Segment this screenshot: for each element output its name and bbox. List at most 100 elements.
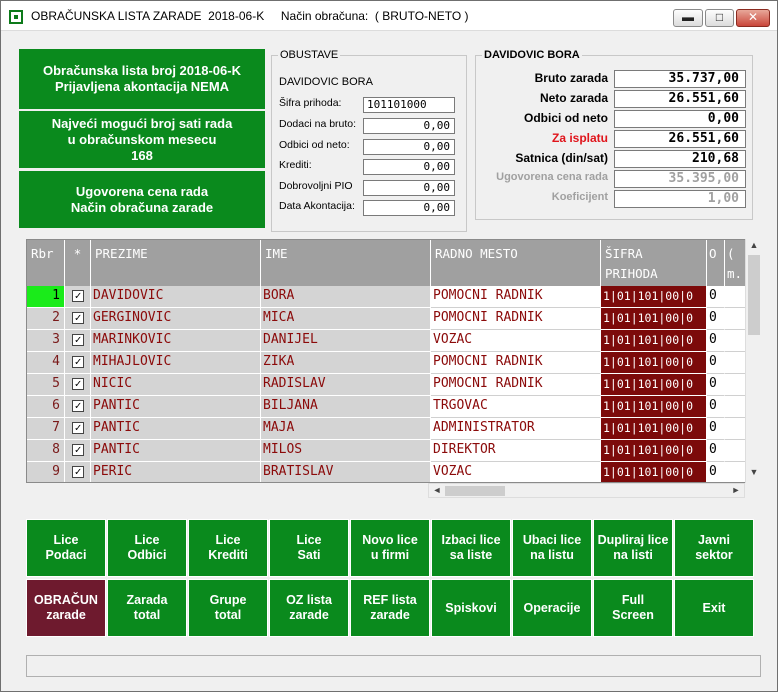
row-checkbox[interactable]: ✓ [72,466,84,478]
row-number[interactable]: 4 [27,352,65,374]
action-button-row1-3[interactable]: Lice Sati [269,519,349,577]
table-row[interactable]: 1 ✓ DAVIDOVIC BORA POMOCNI RADNIK 1|01|101|00… [27,286,759,308]
table-row[interactable]: 8 ✓ PANTIC MILOS DIREKTOR 1|01|101|00|0 0 [27,440,759,462]
row-checkbox-cell[interactable]: ✓ [65,308,91,330]
row-radno-mesto[interactable]: POMOCNI RADNIK [431,286,601,308]
row-radno-mesto[interactable]: ADMINISTRATOR [431,418,601,440]
row-radno-mesto[interactable]: TRGOVAC [431,396,601,418]
minimize-button[interactable]: ▬ [673,9,703,27]
table-row[interactable]: 6 ✓ PANTIC BILJANA TRGOVAC 1|01|101|00|0 0 [27,396,759,418]
row-o[interactable]: 0 [707,418,725,440]
row-prezime[interactable]: MARINKOVIC [91,330,261,352]
row-checkbox[interactable]: ✓ [72,356,84,368]
row-prezime[interactable]: NICIC [91,374,261,396]
row-checkbox-cell[interactable]: ✓ [65,440,91,462]
row-prezime[interactable]: DAVIDOVIC [91,286,261,308]
row-sifra-prihoda[interactable]: 1|01|101|00|0 [601,330,707,352]
row-o[interactable]: 0 [707,374,725,396]
action-button-row1-7[interactable]: Dupliraj lice na listi [593,519,673,577]
table-row[interactable]: 7 ✓ PANTIC MAJA ADMINISTRATOR 1|01|101|00|0 0 [27,418,759,440]
row-number[interactable]: 7 [27,418,65,440]
table-row[interactable]: 3 ✓ MARINKOVIC DANIJEL VOZAC 1|01|101|00|0 0 [27,330,759,352]
row-checkbox-cell[interactable]: ✓ [65,330,91,352]
row-ime[interactable]: MAJA [261,418,431,440]
row-ime[interactable]: BRATISLAV [261,462,431,482]
row-o[interactable]: 0 [707,352,725,374]
row-checkbox-cell[interactable]: ✓ [65,352,91,374]
row-sifra-prihoda[interactable]: 1|01|101|00|0 [601,286,707,308]
header-o[interactable]: O [707,240,725,286]
row-number[interactable]: 5 [27,374,65,396]
table-row[interactable]: 2 ✓ GERGINOVIC MICA POMOCNI RADNIK 1|01|101|0… [27,308,759,330]
action-button-row1-2[interactable]: Lice Krediti [188,519,268,577]
row-ime[interactable]: DANIJEL [261,330,431,352]
krediti-field[interactable]: 0,00 [363,159,455,175]
header-rbr[interactable]: Rbr [27,240,65,286]
row-prezime[interactable]: GERGINOVIC [91,308,261,330]
row-checkbox[interactable]: ✓ [72,312,84,324]
action-button-row2-1[interactable]: Zarada total [107,579,187,637]
row-radno-mesto[interactable]: VOZAC [431,330,601,352]
employee-grid[interactable]: Rbr * PREZIME IME RADNO MESTO ŠIFRA PRIH… [26,239,761,483]
row-checkbox[interactable]: ✓ [72,444,84,456]
row-checkbox-cell[interactable]: ✓ [65,462,91,482]
grid-horizontal-scrollbar[interactable]: ◄ ► [428,483,745,498]
pio-field[interactable]: 0,00 [363,180,455,196]
row-checkbox-cell[interactable]: ✓ [65,396,91,418]
action-button-row2-6[interactable]: Operacije [512,579,592,637]
row-radno-mesto[interactable]: POMOCNI RADNIK [431,352,601,374]
scroll-right-icon[interactable]: ► [728,485,744,495]
row-number[interactable]: 6 [27,396,65,418]
action-button-row2-2[interactable]: Grupe total [188,579,268,637]
row-o[interactable]: 0 [707,462,725,482]
row-ime[interactable]: ZIKA [261,352,431,374]
horizontal-scroll-thumb[interactable] [445,486,505,496]
action-button-row1-1[interactable]: Lice Odbici [107,519,187,577]
action-button-row2-3[interactable]: OZ lista zarade [269,579,349,637]
action-button-row1-5[interactable]: Izbaci lice sa liste [431,519,511,577]
sifra-prihoda-field[interactable]: 101101000 [363,97,455,113]
action-button-row2-4[interactable]: REF lista zarade [350,579,430,637]
row-sifra-prihoda[interactable]: 1|01|101|00|0 [601,462,707,482]
row-sifra-prihoda[interactable]: 1|01|101|00|0 [601,352,707,374]
row-o[interactable]: 0 [707,440,725,462]
scroll-down-icon[interactable]: ▼ [746,467,762,477]
table-row[interactable]: 4 ✓ MIHAJLOVIC ZIKA POMOCNI RADNIK 1|01|101|0… [27,352,759,374]
odbici-field[interactable]: 0,00 [363,139,455,155]
action-button-row1-0[interactable]: Lice Podaci [26,519,106,577]
header-prezime[interactable]: PREZIME [91,240,261,286]
vertical-scroll-thumb[interactable] [748,255,760,335]
title-bar[interactable]: OBRAČUNSKA LISTA ZARADE 2018-06-K Način … [1,1,777,31]
row-ime[interactable]: BILJANA [261,396,431,418]
row-number[interactable]: 3 [27,330,65,352]
row-prezime[interactable]: MIHAJLOVIC [91,352,261,374]
row-ime[interactable]: MICA [261,308,431,330]
row-sifra-prihoda[interactable]: 1|01|101|00|0 [601,374,707,396]
row-number[interactable]: 1 [27,286,65,308]
row-prezime[interactable]: PANTIC [91,396,261,418]
row-sifra-prihoda[interactable]: 1|01|101|00|0 [601,440,707,462]
row-prezime[interactable]: PANTIC [91,440,261,462]
row-sifra-prihoda[interactable]: 1|01|101|00|0 [601,418,707,440]
row-checkbox[interactable]: ✓ [72,290,84,302]
akontacija-field[interactable]: 0,00 [363,200,455,216]
row-sifra-prihoda[interactable]: 1|01|101|00|0 [601,308,707,330]
row-ime[interactable]: RADISLAV [261,374,431,396]
row-sifra-prihoda[interactable]: 1|01|101|00|0 [601,396,707,418]
action-button-row2-0[interactable]: OBRAČUN zarade [26,579,106,637]
table-row[interactable]: 9 ✓ PERIC BRATISLAV VOZAC 1|01|101|00|0 0 [27,462,759,482]
row-o[interactable]: 0 [707,308,725,330]
row-o[interactable]: 0 [707,286,725,308]
table-row[interactable]: 5 ✓ NICIC RADISLAV POMOCNI RADNIK 1|01|101|00… [27,374,759,396]
row-number[interactable]: 2 [27,308,65,330]
row-checkbox-cell[interactable]: ✓ [65,286,91,308]
row-checkbox[interactable]: ✓ [72,334,84,346]
row-radno-mesto[interactable]: POMOCNI RADNIK [431,374,601,396]
close-button[interactable]: ✕ [736,9,770,27]
dodaci-field[interactable]: 0,00 [363,118,455,134]
row-prezime[interactable]: PERIC [91,462,261,482]
action-button-row1-6[interactable]: Ubaci lice na listu [512,519,592,577]
row-number[interactable]: 8 [27,440,65,462]
row-o[interactable]: 0 [707,396,725,418]
row-number[interactable]: 9 [27,462,65,482]
